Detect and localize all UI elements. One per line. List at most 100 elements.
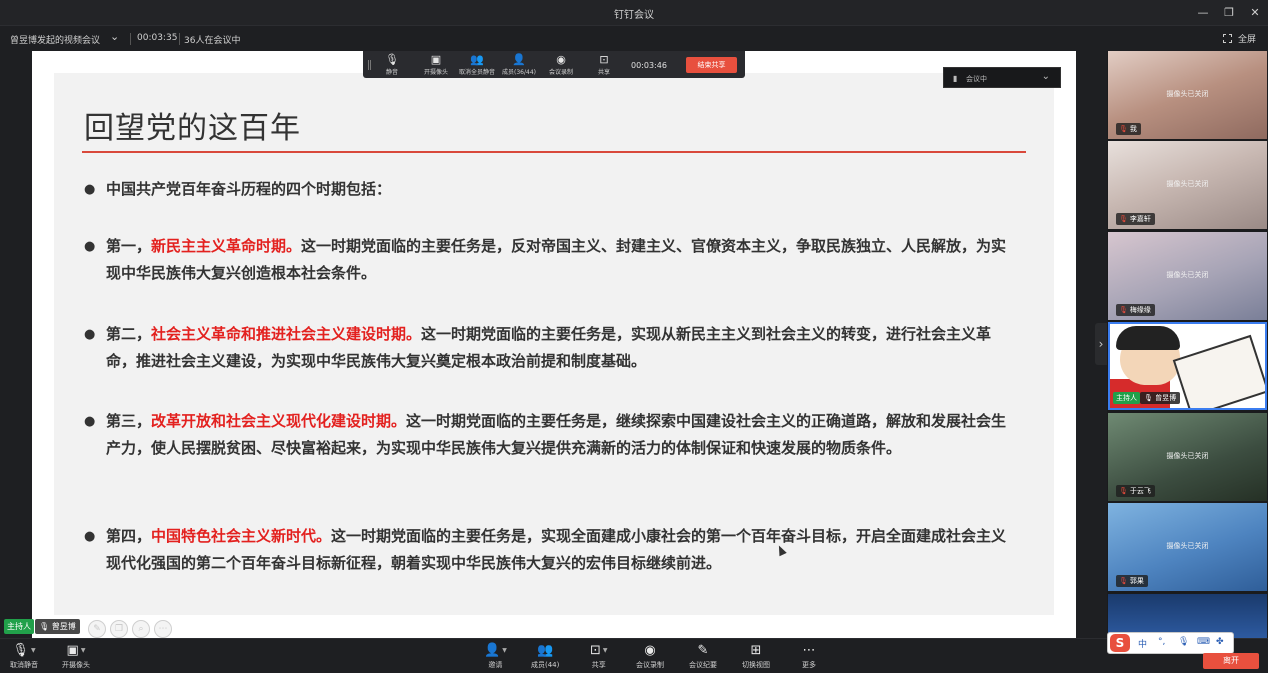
camera-button[interactable]: ▣ 开摄像头 bbox=[424, 54, 449, 77]
meeting-controls: 🎙 ▼ 取消静音 ▣ ▼ 开摄像头 👤 ▼ 邀请 👥 成员(44) ⊡ ▼ 共享 ◉ 会议录制 ✎ 会… bbox=[0, 638, 1268, 673]
participant-tile[interactable]: 摄像头已关闭 🎙 李嘉轩 bbox=[1108, 141, 1267, 229]
presenter-tag: 主持人 🎙 曾昱博 bbox=[4, 619, 80, 634]
microphone-muted-icon: 🎙 bbox=[1119, 306, 1128, 314]
chevron-down-icon[interactable]: ⌄ bbox=[110, 30, 119, 43]
bullet-lead: 中国共产党百年奋斗历程的四个时期包括： bbox=[106, 180, 392, 198]
microphone-icon[interactable]: 🎙 bbox=[1178, 637, 1189, 647]
meeting-name[interactable]: 曾昱博发起的视频会议 bbox=[10, 33, 100, 46]
annotation-tools: ✎ ❐ ⌕ ⋯ bbox=[88, 616, 176, 638]
bullet-dot: ● bbox=[84, 182, 96, 197]
participant-name: 主持人 🎙 曾昱博 bbox=[1113, 392, 1181, 404]
zoom-icon[interactable]: ⌕ bbox=[132, 620, 150, 638]
camera-off-label: 摄像头已关闭 bbox=[1166, 180, 1209, 188]
keyboard-icon[interactable]: ⌨ bbox=[1197, 637, 1210, 647]
caret-down-icon: ▼ bbox=[502, 647, 507, 654]
collapse-panel-button[interactable]: › bbox=[1095, 323, 1107, 365]
minimize-button[interactable]: — bbox=[1194, 4, 1212, 22]
drag-handle[interactable] bbox=[368, 60, 371, 70]
record-icon: ◉ bbox=[644, 643, 656, 658]
divider bbox=[179, 33, 180, 45]
camera-label: 开摄像头 bbox=[62, 661, 90, 669]
more-label: 更多 bbox=[802, 661, 816, 669]
members-button[interactable]: 👤 成员(36/44) bbox=[502, 53, 536, 77]
participant-name-text: 梅缘缘 bbox=[1129, 306, 1151, 314]
minutes-button[interactable]: ✎ 会议纪要 bbox=[689, 643, 717, 670]
presenter-name-text: 曾昱博 bbox=[51, 622, 76, 631]
unmute-label: 取消静音 bbox=[10, 661, 38, 669]
participant-tile[interactable]: 摄像头已关闭 🎙 郭果 bbox=[1108, 503, 1267, 591]
share-screen-icon: ⊡ bbox=[590, 643, 601, 658]
restore-button[interactable]: ❐ bbox=[1220, 4, 1238, 22]
caret-down-icon: ▼ bbox=[30, 647, 36, 654]
bullet-lead: 第四， bbox=[106, 527, 152, 545]
microphone-muted-icon: 🎙 bbox=[1119, 215, 1128, 223]
participant-tile-active-speaker[interactable]: 主持人 🎙 曾昱博 bbox=[1108, 322, 1267, 410]
fullscreen-button[interactable]: 全屏 bbox=[1222, 32, 1256, 45]
camera-off-icon: ▣ bbox=[66, 643, 79, 658]
window-title: 钉钉会议 bbox=[614, 10, 654, 21]
presenter-name: 🎙 曾昱博 bbox=[35, 619, 80, 634]
record-label: 会议录制 bbox=[636, 661, 664, 669]
bullet-highlight: 新民主主义革命时期。 bbox=[151, 237, 302, 255]
host-badge: 主持人 bbox=[4, 619, 34, 634]
bullet-lead: 第二， bbox=[106, 325, 152, 343]
ime-punctuation-toggle[interactable]: °, bbox=[1158, 637, 1165, 647]
record-button[interactable]: ◉ 会议录制 bbox=[549, 54, 574, 77]
unmute-button[interactable]: 🎙 ▼ 取消静音 bbox=[10, 643, 38, 670]
caret-down-icon: ▼ bbox=[80, 647, 86, 654]
meeting-status-dropdown[interactable]: ▮ 会议中 ⌄ bbox=[943, 67, 1061, 88]
microphone-icon: 🎙 bbox=[385, 53, 399, 66]
more-button[interactable]: ⋯ 更多 bbox=[802, 643, 816, 670]
participant-tile[interactable]: 摄像头已关闭 🎙 于云飞 bbox=[1108, 413, 1267, 501]
invite-label: 邀请 bbox=[488, 661, 503, 669]
record-button[interactable]: ◉ 会议录制 bbox=[636, 643, 664, 670]
bullet-dot: ● bbox=[84, 239, 96, 254]
more-icon: ⋯ bbox=[802, 643, 816, 658]
slide-bullet: ● 第四，中国特色社会主义新时代。这一时期党面临的主要任务是，实现全面建成小康社… bbox=[84, 523, 1008, 577]
participant-tile[interactable]: 摄像头已关闭 🎙 梅缘缘 bbox=[1108, 232, 1267, 320]
end-share-button[interactable]: 结束共享 bbox=[686, 57, 737, 73]
share-label: 共享 bbox=[591, 661, 606, 669]
meeting-infobar: 曾昱博发起的视频会议 ⌄ 00:03:35 36人在会议中 全屏 bbox=[0, 27, 1268, 51]
invite-button[interactable]: 👤 ▼ 邀请 bbox=[484, 643, 507, 670]
participant-name: 🎙 我 bbox=[1116, 123, 1141, 135]
avatar-hair bbox=[1116, 326, 1180, 350]
title-divider bbox=[82, 151, 1026, 153]
unmute-all-button[interactable]: 👥 取消全员静音 bbox=[459, 54, 495, 77]
presentation-slide: 回望党的这百年 ● 中国共产党百年奋斗历程的四个时期包括： ● 第一，新民主主义… bbox=[54, 73, 1054, 615]
close-button[interactable]: ✕ bbox=[1246, 4, 1264, 22]
share-button[interactable]: ⊡ 共享 bbox=[598, 54, 610, 77]
camera-label: 开摄像头 bbox=[424, 69, 449, 76]
bullet-dot: ● bbox=[84, 414, 96, 429]
divider bbox=[130, 33, 131, 45]
mute-button[interactable]: 🎙 静音 bbox=[385, 53, 399, 77]
participant-name: 🎙 梅缘缘 bbox=[1116, 304, 1155, 316]
bullet-highlight: 改革开放和社会主义现代化建设时期。 bbox=[151, 412, 407, 430]
ime-language-toggle[interactable]: 中 bbox=[1138, 637, 1147, 650]
participant-name-text: 于云飞 bbox=[1129, 487, 1151, 495]
members-icon: 👤 bbox=[512, 53, 526, 66]
leave-meeting-button[interactable]: 离开 bbox=[1203, 653, 1259, 669]
ime-logo-icon[interactable]: S bbox=[1110, 634, 1130, 652]
record-label: 会议录制 bbox=[549, 69, 574, 76]
minutes-label: 会议纪要 bbox=[689, 661, 717, 669]
more-icon[interactable]: ⋯ bbox=[154, 620, 172, 638]
participant-tile[interactable]: 摄像头已关闭 🎙 我 bbox=[1108, 51, 1267, 139]
bullet-highlight: 中国特色社会主义新时代。 bbox=[151, 527, 332, 545]
slide-bullet: ● 中国共产党百年奋斗历程的四个时期包括： bbox=[84, 176, 1008, 203]
ime-toolbar: S 中 °, 🎙 ⌨ ✤ bbox=[1107, 632, 1234, 654]
copy-icon[interactable]: ❐ bbox=[110, 620, 128, 638]
bullet-lead: 第三， bbox=[106, 412, 152, 430]
signal-bars-icon: ▮ bbox=[953, 74, 958, 83]
chevron-down-icon: ⌄ bbox=[1041, 71, 1050, 82]
camera-off-label: 摄像头已关闭 bbox=[1166, 452, 1209, 460]
camera-button[interactable]: ▣ ▼ 开摄像头 bbox=[62, 643, 90, 670]
ime-apps-icon[interactable]: ✤ bbox=[1216, 637, 1224, 647]
microphone-muted-icon: 🎙 bbox=[1119, 125, 1128, 133]
share-button[interactable]: ⊡ ▼ 共享 bbox=[590, 643, 608, 670]
members-button[interactable]: 👥 成员(44) bbox=[531, 643, 559, 670]
switch-view-button[interactable]: ⊞ 切换视图 bbox=[742, 643, 770, 670]
pen-icon[interactable]: ✎ bbox=[88, 620, 106, 638]
share-toolbar: 🎙 静音 ▣ 开摄像头 👥 取消全员静音 👤 成员(36/44) ◉ 会议录制 ⊡ 共享 0… bbox=[363, 51, 745, 78]
slide-bullet: ● 第二，社会主义革命和推进社会主义建设时期。这一时期党面临的主要任务是，实现从… bbox=[84, 321, 1008, 375]
